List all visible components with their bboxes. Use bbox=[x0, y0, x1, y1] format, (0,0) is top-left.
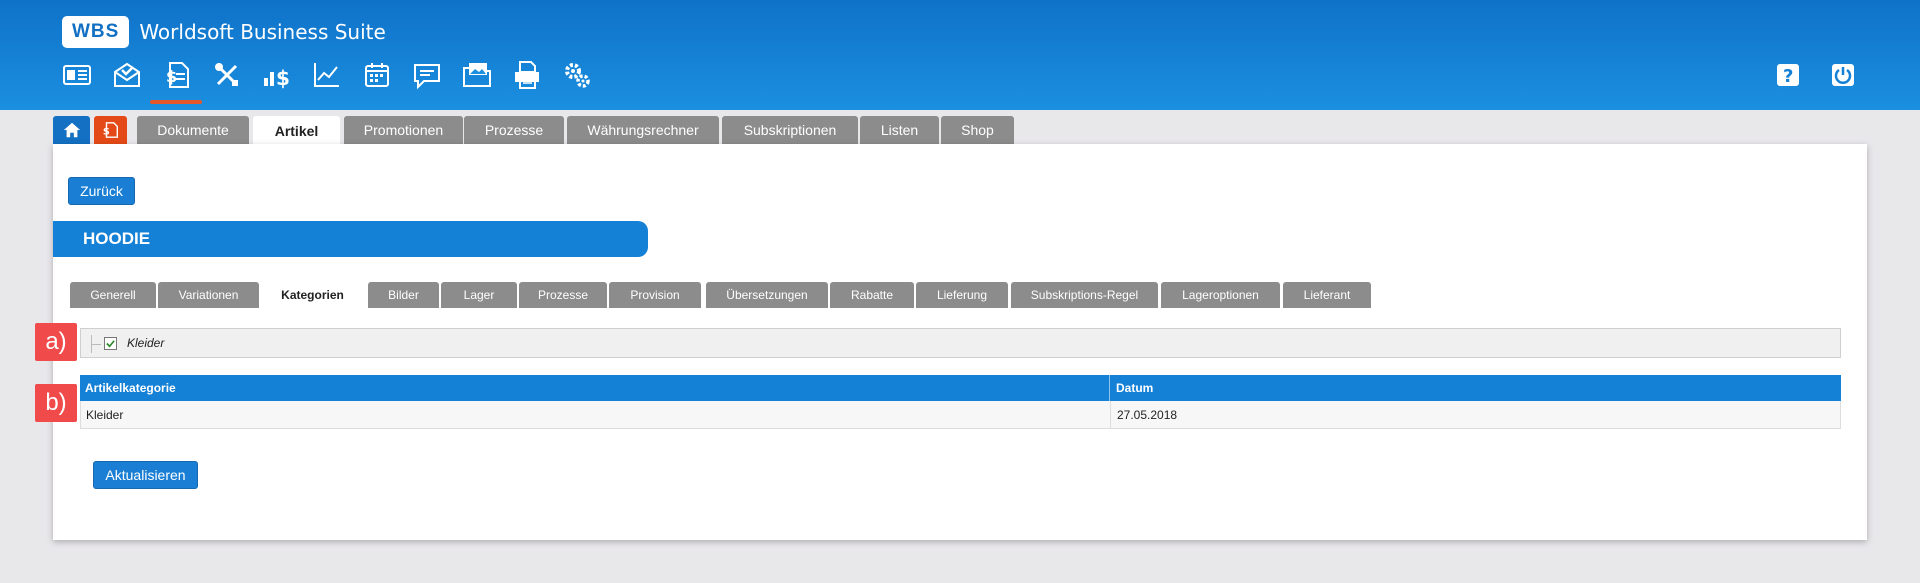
active-module-indicator bbox=[150, 100, 202, 104]
tree-line bbox=[91, 344, 101, 345]
settings-icon[interactable] bbox=[560, 58, 594, 92]
category-table: Artikelkategorie Datum Kleider 27.05.201… bbox=[80, 375, 1841, 429]
help-icon[interactable]: ? bbox=[1773, 60, 1803, 90]
tab-artikel[interactable]: Artikel bbox=[253, 116, 340, 146]
tab-uebersetzungen[interactable]: Übersetzungen bbox=[706, 282, 828, 308]
document-dollar-icon: $ bbox=[102, 122, 118, 138]
mail-icon[interactable] bbox=[110, 58, 144, 92]
marker-a: a) bbox=[35, 323, 77, 361]
app-title: Worldsoft Business Suite bbox=[139, 20, 386, 44]
logo-badge: WBS bbox=[62, 16, 130, 48]
contact-card-icon[interactable] bbox=[60, 58, 94, 92]
tab-home[interactable] bbox=[53, 116, 90, 144]
document-dollar-icon[interactable]: $ bbox=[160, 58, 194, 92]
article-title: HOODIE bbox=[53, 221, 648, 257]
calendar-icon[interactable] bbox=[360, 58, 394, 92]
home-icon bbox=[63, 122, 80, 138]
column-header-artikelkategorie[interactable]: Artikelkategorie bbox=[80, 375, 1110, 401]
category-tree: Kleider bbox=[80, 328, 1841, 358]
tab-rabatte[interactable]: Rabatte bbox=[830, 282, 914, 308]
update-button[interactable]: Aktualisieren bbox=[93, 461, 198, 489]
table-header: Artikelkategorie Datum bbox=[80, 375, 1841, 401]
tab-lageroptionen[interactable]: Lageroptionen bbox=[1161, 282, 1280, 308]
tab-provision[interactable]: Provision bbox=[609, 282, 701, 308]
svg-text:?: ? bbox=[1783, 66, 1793, 87]
tab-subskriptionen[interactable]: Subskriptionen bbox=[722, 116, 858, 144]
tab-lager[interactable]: Lager bbox=[441, 282, 517, 308]
tab-promotionen[interactable]: Promotionen bbox=[344, 116, 463, 144]
tab-variationen[interactable]: Variationen bbox=[158, 282, 259, 308]
svg-text:$: $ bbox=[276, 66, 290, 90]
cell-category: Kleider bbox=[81, 401, 1111, 428]
app-logo[interactable]: WBS Worldsoft Business Suite bbox=[62, 16, 386, 48]
tab-prozesse[interactable]: Prozesse bbox=[464, 116, 564, 144]
tree-node-label: Kleider bbox=[127, 336, 165, 350]
tab-kategorien[interactable]: Kategorien bbox=[261, 282, 364, 308]
marker-b: b) bbox=[35, 384, 77, 422]
svg-text:$: $ bbox=[166, 67, 177, 86]
tab-shop[interactable]: Shop bbox=[941, 116, 1014, 144]
tab-bilder[interactable]: Bilder bbox=[368, 282, 439, 308]
tab-dokumente[interactable]: Dokumente bbox=[137, 116, 249, 144]
tab-lieferant[interactable]: Lieferant bbox=[1283, 282, 1371, 308]
printer-icon[interactable] bbox=[510, 58, 544, 92]
cell-date: 27.05.2018 bbox=[1117, 407, 1178, 422]
comment-icon[interactable] bbox=[410, 58, 444, 92]
power-icon[interactable] bbox=[1828, 60, 1858, 90]
tab-generell[interactable]: Generell bbox=[70, 282, 156, 308]
table-row: Kleider 27.05.2018 bbox=[80, 401, 1841, 429]
tools-icon[interactable] bbox=[210, 58, 244, 92]
tab-documents-module[interactable]: $ bbox=[94, 116, 127, 144]
tab-listen[interactable]: Listen bbox=[860, 116, 939, 144]
line-chart-icon[interactable] bbox=[310, 58, 344, 92]
app-header: WBS Worldsoft Business Suite $ $ ? bbox=[0, 0, 1920, 110]
tab-lieferung[interactable]: Lieferung bbox=[916, 282, 1008, 308]
column-header-datum[interactable]: Datum bbox=[1110, 375, 1841, 401]
chart-dollar-icon[interactable]: $ bbox=[260, 58, 294, 92]
check-icon bbox=[106, 339, 115, 347]
svg-text:$: $ bbox=[102, 127, 109, 138]
category-checkbox[interactable] bbox=[104, 336, 117, 350]
image-folder-icon[interactable] bbox=[460, 58, 494, 92]
tab-waehrungsrechner[interactable]: Währungsrechner bbox=[567, 116, 719, 144]
tab-subskriptions-regel[interactable]: Subskriptions-Regel bbox=[1011, 282, 1158, 308]
tab-prozesse-article[interactable]: Prozesse bbox=[519, 282, 607, 308]
back-button[interactable]: Zurück bbox=[68, 177, 135, 205]
